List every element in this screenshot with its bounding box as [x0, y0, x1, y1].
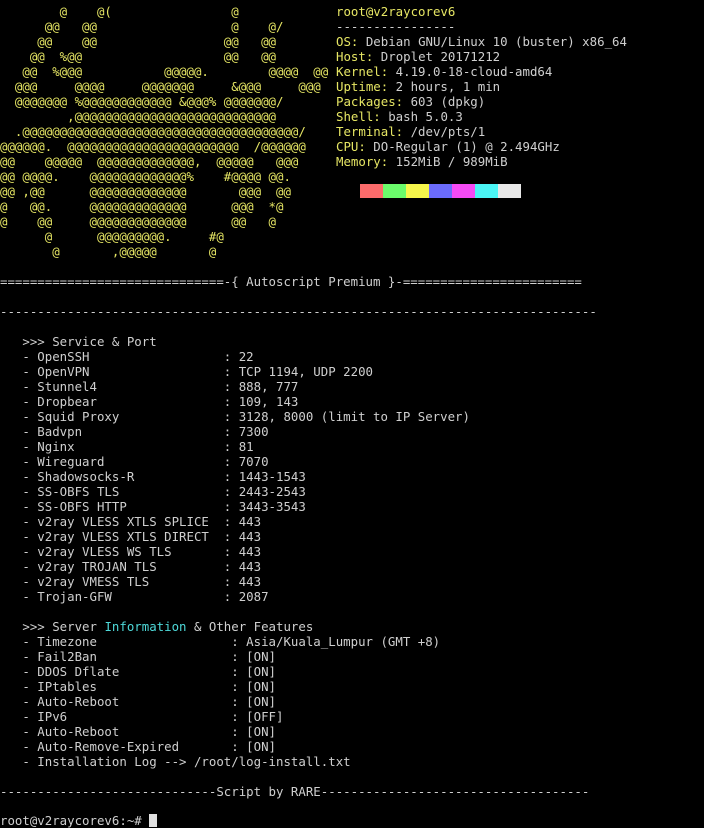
text-cursor [149, 814, 158, 827]
color-swatch [498, 184, 521, 198]
logo-line: @@ ,@@ @@@@@@@@@@@@@ @@@ @@ [0, 184, 291, 199]
info-value: /dev/pts/1 [403, 124, 486, 139]
shell-prompt-line[interactable]: root@v2raycorev6:~# [0, 813, 158, 828]
logo-line: @@@@@@@ %@@@@@@@@@@@@ &@@@% @@@@@@@/ [0, 94, 284, 109]
logo-line: .@@@@@@@@@@@@@@@@@@@@@@@@@@@@@@@@@@@@@/ [0, 124, 306, 139]
divider-line: ----------------------------------------… [0, 304, 597, 319]
info-cpu: CPU: DO-Regular (1) @ 2.494GHz [336, 139, 560, 154]
color-swatch [360, 184, 383, 198]
info-memory: Memory: 152MiB / 989MiB [336, 154, 508, 169]
feature-row: - IPtables : [ON] [0, 679, 277, 694]
info-label: Host: [336, 49, 374, 64]
info-label: Kernel: [336, 64, 389, 79]
logo-line: @ ,@@@@@ @ [0, 244, 217, 259]
service-row: - SS-OBFS HTTP : 3443-3543 [0, 499, 306, 514]
header-prefix: >>> Server [0, 619, 105, 634]
info-value: 4.19.0-18-cloud-amd64 [388, 64, 553, 79]
logo-line: @ @@. @@@@@@@@@@@@@ @@@ *@ [0, 199, 284, 214]
logo-line: @ @( @ [0, 4, 299, 19]
script-footer: -----------------------------Script by R… [0, 784, 590, 799]
server-features-header: >>> Server Information & Other Features [0, 619, 313, 634]
info-value: DO-Regular (1) @ 2.494GHz [365, 139, 560, 154]
feature-row: - Auto-Reboot : [ON] [0, 724, 277, 739]
service-row: - Trojan-GFW : 2087 [0, 589, 269, 604]
header-suffix: & Other Features [186, 619, 314, 634]
info-separator: ---------------- [336, 19, 456, 34]
shell-prompt: root@v2raycorev6:~# [0, 813, 150, 828]
info-host: Host: Droplet 20171212 [336, 49, 500, 64]
info-shell: Shell: bash 5.0.3 [336, 109, 463, 124]
logo-line: @@@ @@@@ @@@@@@@ &@@@ @@@ [0, 79, 321, 94]
feature-row: - Fail2Ban : [ON] [0, 649, 277, 664]
logo-line: @@ %@@@ @@@@@. @@@@ @@ [0, 64, 329, 79]
feature-row: - DDOS Dflate : [ON] [0, 664, 277, 679]
color-swatch [475, 184, 498, 198]
logo-line: @@ @@@@@ @@@@@@@@@@@@@, @@@@@ @@@ [0, 154, 299, 169]
info-kernel: Kernel: 4.19.0-18-cloud-amd64 [336, 64, 552, 79]
info-label: OS: [336, 34, 359, 49]
info-label: Uptime: [336, 79, 389, 94]
service-port-header: >>> Service & Port [0, 334, 157, 349]
color-swatch [452, 184, 475, 198]
service-row: - v2ray VLESS WS TLS : 443 [0, 544, 262, 559]
logo-line: @@ %@@ @@ @@ [0, 49, 277, 64]
service-row: - Dropbear : 109, 143 [0, 394, 299, 409]
info-value: 152MiB / 989MiB [388, 154, 508, 169]
logo-line: @ @@@@@@@@@. #@ [0, 229, 224, 244]
info-value: 603 (dpkg) [403, 94, 486, 109]
info-uptime: Uptime: 2 hours, 1 min [336, 79, 500, 94]
user-host: root@v2raycorev6 [336, 4, 456, 19]
service-row: - Badvpn : 7300 [0, 424, 269, 439]
service-row: - v2ray TROJAN TLS : 443 [0, 559, 262, 574]
feature-row: - Auto-Reboot : [ON] [0, 694, 277, 709]
service-row: - Wireguard : 7070 [0, 454, 269, 469]
service-row: - Squid Proxy : 3128, 8000 (limit to IP … [0, 409, 470, 424]
info-value: 2 hours, 1 min [388, 79, 501, 94]
info-value: Debian GNU/Linux 10 (buster) x86_64 [358, 34, 627, 49]
logo-line: @@@@@@. @@@@@@@@@@@@@@@@@@@@@@@ /@@@@@@ [0, 139, 306, 154]
color-swatch [383, 184, 406, 198]
info-label: Shell: [336, 109, 381, 124]
service-row: - OpenVPN : TCP 1194, UDP 2200 [0, 364, 373, 379]
logo-line: @ @@ @@@@@@@@@@@@@ @@ @ [0, 214, 277, 229]
service-row: - v2ray VLESS XTLS SPLICE : 443 [0, 514, 262, 529]
service-row: - Nginx : 81 [0, 439, 254, 454]
info-label: Memory: [336, 154, 389, 169]
service-row: - v2ray VLESS XTLS DIRECT : 443 [0, 529, 262, 544]
logo-line: ,@@@@@@@@@@@@@@@@@@@@@@@@@@@ [0, 109, 277, 124]
logo-line: @@ @@ @@ @@ [0, 34, 277, 49]
service-row: - Shadowsocks-R : 1443-1543 [0, 469, 306, 484]
info-os: OS: Debian GNU/Linux 10 (buster) x86_64 [336, 34, 627, 49]
terminal-window[interactable]: @ @( @ @@ @@ @ @/ @@ @@ @@ @@ @@ %@@ @@ … [0, 0, 704, 828]
info-value: bash 5.0.3 [380, 109, 463, 124]
feature-row: - Auto-Remove-Expired : [ON] [0, 739, 277, 754]
color-swatch [429, 184, 452, 198]
info-value: Droplet 20171212 [373, 49, 501, 64]
header-highlight: Information [104, 619, 187, 634]
service-row: - v2ray VMESS TLS : 443 [0, 574, 262, 589]
color-swatch [406, 184, 429, 198]
info-label: Terminal: [336, 124, 404, 139]
logo-line: @@ @@@@. @@@@@@@@@@@@@% #@@@@ @@. [0, 169, 291, 184]
info-terminal: Terminal: /dev/pts/1 [336, 124, 485, 139]
info-label: Packages: [336, 94, 404, 109]
service-row: - OpenSSH : 22 [0, 349, 254, 364]
feature-row: - IPv6 : [OFF] [0, 709, 284, 724]
logo-line: @@ @@ @ @/ [0, 19, 284, 34]
info-packages: Packages: 603 (dpkg) [336, 94, 485, 109]
feature-row: - Timezone : Asia/Kuala_Lumpur (GMT +8) [0, 634, 441, 649]
service-row: - Stunnel4 : 888, 777 [0, 379, 299, 394]
autoscript-banner: ==============================-{ Autoscr… [0, 274, 582, 289]
feature-row: - Installation Log --> /root/log-install… [0, 754, 351, 769]
service-row: - SS-OBFS TLS : 2443-2543 [0, 484, 306, 499]
info-label: CPU: [336, 139, 366, 154]
